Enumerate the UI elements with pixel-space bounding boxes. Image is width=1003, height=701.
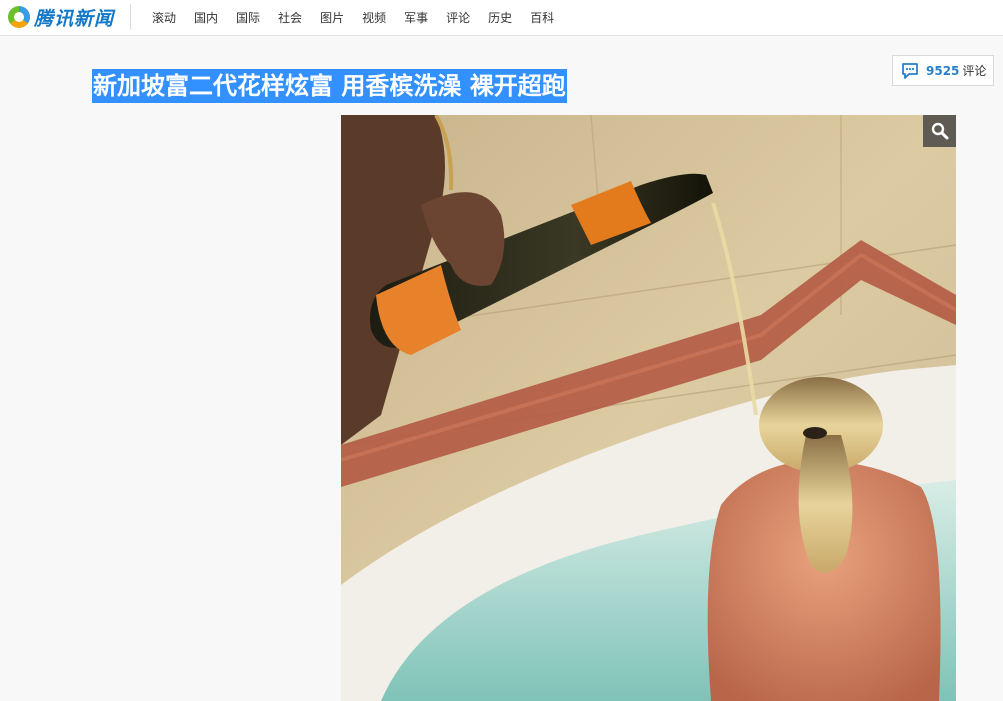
nav-item-history[interactable]: 历史 bbox=[488, 9, 512, 26]
article-photo[interactable] bbox=[341, 115, 956, 701]
nav-item-military[interactable]: 军事 bbox=[404, 9, 428, 26]
nav-item-domestic[interactable]: 国内 bbox=[194, 9, 218, 26]
logo-text: 腾讯新闻 bbox=[34, 7, 115, 30]
nav-item-scroll[interactable]: 滚动 bbox=[152, 9, 176, 26]
magnifier-icon bbox=[931, 122, 948, 140]
channel-nav: 滚动 国内 国际 社会 图片 视频 军事 评论 历史 百科 bbox=[152, 0, 572, 35]
zoom-button[interactable] bbox=[923, 115, 956, 147]
nav-item-video[interactable]: 视频 bbox=[362, 9, 386, 26]
top-navigation-bar: 腾讯新闻 滚动 国内 国际 社会 图片 视频 军事 评论 历史 百科 bbox=[0, 0, 1003, 36]
nav-item-commentary[interactable]: 评论 bbox=[446, 9, 470, 26]
champagne-bath-illustration bbox=[341, 115, 956, 701]
comment-count-button[interactable]: 9525 评论 bbox=[892, 55, 994, 86]
article-title: 新加坡富二代花样炫富 用香槟洗澡 裸开超跑 bbox=[92, 69, 567, 104]
comment-label: 评论 bbox=[962, 64, 987, 78]
tencent-news-logo-icon bbox=[8, 6, 30, 28]
nav-item-international[interactable]: 国际 bbox=[236, 9, 260, 26]
comment-bubble-icon bbox=[902, 62, 918, 79]
nav-item-society[interactable]: 社会 bbox=[278, 9, 302, 26]
nav-item-pictures[interactable]: 图片 bbox=[320, 9, 344, 26]
nav-divider bbox=[130, 4, 131, 30]
site-logo[interactable]: 腾讯新闻 bbox=[8, 4, 114, 30]
nav-item-encyclopedia[interactable]: 百科 bbox=[530, 9, 554, 26]
comment-count: 9525 bbox=[926, 63, 960, 78]
